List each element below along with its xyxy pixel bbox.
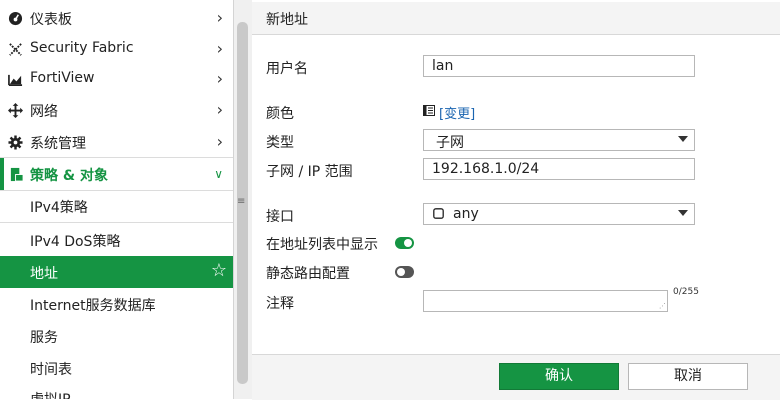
panel-header: 新地址 — [252, 2, 780, 35]
chevron-right-icon: › — [216, 8, 223, 27]
interface-select[interactable]: any — [423, 203, 695, 225]
sidebar-item-ipv4-policy[interactable]: IPv4策略 — [0, 190, 233, 222]
subnet-label: 子网 / IP 范围 — [266, 164, 353, 180]
name-label: 用户名 — [266, 61, 308, 77]
sidebar-item-label: 网络 — [30, 104, 58, 120]
type-label: 类型 — [266, 135, 294, 151]
sidebar-item-network[interactable]: 网络 › — [0, 94, 233, 126]
sidebar-item-system[interactable]: 系统管理 › — [0, 126, 233, 158]
sidebar-item-fortiview[interactable]: FortiView › — [0, 63, 233, 95]
subnet-value: 192.168.1.0/24 — [432, 161, 540, 177]
sidebar-item-addresses[interactable]: 地址 ☆ — [0, 256, 233, 288]
comment-textarea[interactable]: ⋰ — [423, 290, 668, 312]
interface-label: 接口 — [266, 209, 294, 225]
sidebar-item-label: FortiView — [30, 70, 95, 86]
static-route-toggle[interactable] — [395, 266, 414, 278]
sidebar-item-security-fabric[interactable]: Security Fabric › — [0, 33, 233, 65]
form-footer: 确认 取消 — [252, 354, 780, 400]
sidebar-item-label: 地址 — [30, 266, 58, 282]
color-label: 颜色 — [266, 106, 294, 122]
chevron-right-icon: › — [216, 100, 223, 119]
sidebar-item-label: 虚拟IP — [30, 389, 71, 399]
static-route-label: 静态路由配置 — [266, 266, 350, 282]
fortiview-icon — [8, 74, 23, 86]
sidebar-item-label: Internet服务数据库 — [30, 298, 156, 314]
show-in-list-toggle[interactable] — [395, 237, 414, 249]
sidebar-item-dashboard[interactable]: 仪表板 › — [0, 2, 233, 34]
type-value: 子网 — [436, 135, 464, 151]
sidebar-item-internet-service-db[interactable]: Internet服务数据库 — [0, 288, 233, 320]
network-icon — [8, 103, 23, 118]
comment-char-count: 0/255 — [673, 287, 699, 297]
toggle-knob — [397, 268, 405, 276]
sidebar-item-label: Security Fabric — [30, 40, 134, 56]
sidebar-scrollbar[interactable]: ≡ — [233, 0, 252, 399]
chevron-right-icon: › — [216, 39, 223, 58]
color-change-link[interactable]: [变更] — [439, 103, 475, 122]
color-swatch-icon — [423, 105, 435, 116]
name-value: lan — [432, 58, 454, 74]
sidebar-item-label: IPv4策略 — [30, 200, 88, 216]
chevron-right-icon: › — [216, 132, 223, 151]
sidebar-item-label: 仪表板 — [30, 12, 72, 28]
gear-icon — [8, 135, 23, 150]
dropdown-caret-icon — [678, 136, 688, 142]
dropdown-caret-icon — [678, 210, 688, 216]
interface-port-icon — [433, 208, 444, 219]
sidebar-item-ipv4-dos-policy[interactable]: IPv4 DoS策略 — [0, 224, 233, 256]
star-icon[interactable]: ☆ — [211, 260, 227, 281]
page-title: 新地址 — [266, 12, 308, 28]
sidebar-item-label: 系统管理 — [30, 136, 86, 152]
cancel-button[interactable]: 取消 — [628, 363, 748, 390]
subnet-field[interactable]: 192.168.1.0/24 — [423, 158, 695, 180]
ok-button[interactable]: 确认 — [499, 363, 619, 390]
sidebar-item-services[interactable]: 服务 — [0, 320, 233, 352]
interface-value: any — [453, 206, 479, 222]
sidebar-item-policy-objects[interactable]: 策略 & 对象 ∨ — [0, 158, 233, 190]
sidebar-item-label: IPv4 DoS策略 — [30, 234, 121, 250]
comment-label: 注释 — [266, 296, 294, 312]
policy-icon — [10, 167, 24, 182]
security-fabric-icon — [9, 43, 22, 56]
sidebar-item-label: 时间表 — [30, 362, 72, 378]
main-panel: 新地址 用户名 lan 颜色 [变更] 类型 子网 子网 / IP 范围 192… — [252, 0, 780, 400]
divider — [0, 222, 233, 223]
name-field[interactable]: lan — [423, 55, 695, 77]
chevron-right-icon: › — [216, 69, 223, 88]
sidebar-item-label: 服务 — [30, 330, 58, 346]
toggle-knob — [404, 239, 412, 247]
dashboard-icon — [8, 11, 23, 26]
sidebar-item-schedules[interactable]: 时间表 — [0, 352, 233, 384]
sidebar: 仪表板 › Security Fabric › FortiView › 网络 ›… — [0, 0, 233, 399]
resize-handle-icon[interactable]: ⋰ — [659, 303, 666, 310]
type-select[interactable]: 子网 — [423, 129, 695, 151]
sidebar-item-virtual-ips[interactable]: 虚拟IP — [0, 382, 233, 399]
resize-grip-icon[interactable]: ≡ — [237, 196, 245, 207]
sidebar-item-label: 策略 & 对象 — [30, 168, 108, 184]
show-in-list-label: 在地址列表中显示 — [266, 237, 378, 253]
chevron-down-icon: ∨ — [214, 167, 223, 181]
